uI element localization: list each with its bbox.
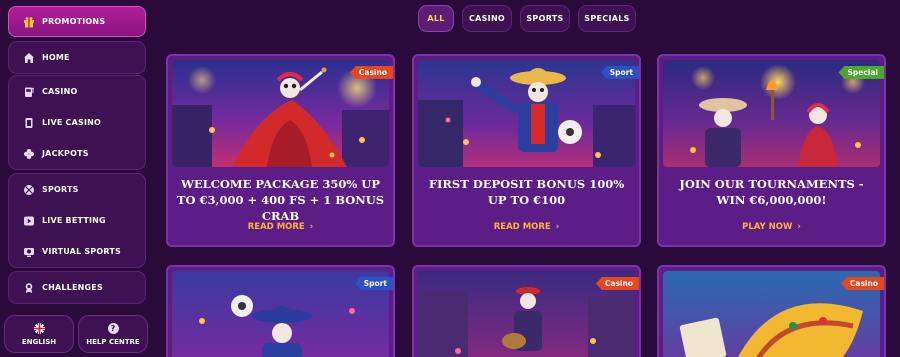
clover-icon xyxy=(22,147,35,160)
sidebar-item-sports[interactable]: SPORTS xyxy=(9,174,145,205)
sidebar-item-casino[interactable]: CASINO xyxy=(9,76,145,107)
promo-card-welcome-package[interactable]: Casino WELCOME PACKAGE 350% UP TO €3,000… xyxy=(166,54,395,247)
category-badge: Casino xyxy=(349,66,393,79)
sidebar-item-jackpots[interactable]: JACKPOTS xyxy=(9,138,145,169)
help-label: HELP CENTRE xyxy=(86,337,140,346)
sidebar-item-label: PROMOTIONS xyxy=(42,17,106,26)
language-button[interactable]: ENGLISH xyxy=(4,315,74,353)
promo-card-title: FIRST DEPOSIT BONUS 100% UP TO €100 xyxy=(428,177,625,207)
nav-group-home: HOME xyxy=(8,41,146,74)
chevron-right-icon: › xyxy=(309,222,314,232)
play-icon xyxy=(22,214,35,227)
home-icon xyxy=(22,51,35,64)
category-badge: Casino xyxy=(840,277,884,290)
chevron-right-icon: › xyxy=(555,222,560,232)
category-badge: Sport xyxy=(354,277,393,290)
tab-casino[interactable]: CASINO xyxy=(462,5,512,32)
sidebar-item-label: CASINO xyxy=(42,87,78,96)
promo-card-image xyxy=(418,60,635,167)
promo-card-title: WELCOME PACKAGE 350% UP TO €3,000 + 400 … xyxy=(176,177,385,223)
cta-label: READ MORE xyxy=(247,222,305,232)
promo-card[interactable]: Casino xyxy=(657,265,886,357)
cta-label: PLAY NOW xyxy=(742,222,793,232)
play-now-link[interactable]: PLAY NOW › xyxy=(659,222,884,232)
sidebar-item-virtual-sports[interactable]: VIRTUAL SPORTS xyxy=(9,236,145,267)
nav-group-sports: SPORTS LIVE BETTING VIRTUAL SPORTS xyxy=(8,173,146,268)
sidebar-item-home[interactable]: HOME xyxy=(9,42,145,73)
nav-group-casino: CASINO LIVE CASINO JACKPOTS xyxy=(8,75,146,170)
category-badge: Sport xyxy=(600,66,639,79)
help-centre-button[interactable]: ? HELP CENTRE xyxy=(78,315,148,353)
sidebar-item-label: CHALLENGES xyxy=(42,283,103,292)
help-icon: ? xyxy=(107,322,119,334)
sidebar: PROMOTIONS HOME CASINO LIVE CASINO JACKP… xyxy=(0,0,152,357)
category-badge: Casino xyxy=(595,277,639,290)
sidebar-item-label: LIVE CASINO xyxy=(42,118,102,127)
virtual-icon xyxy=(22,245,35,258)
language-label: ENGLISH xyxy=(21,337,57,346)
nav-group-challenges: CHALLENGES xyxy=(8,271,146,304)
promotions-link[interactable]: PROMOTIONS xyxy=(9,7,145,36)
cta-label: READ MORE xyxy=(493,222,551,232)
sidebar-item-label: SPORTS xyxy=(42,185,79,194)
promo-card-title: JOIN OUR TOURNAMENTS - WIN €6,000,000! xyxy=(679,177,864,207)
promo-card[interactable]: Casino xyxy=(412,265,641,357)
tab-sports[interactable]: SPORTS xyxy=(520,5,570,32)
trophy-icon xyxy=(22,281,35,294)
sidebar-item-promotions[interactable]: PROMOTIONS xyxy=(8,6,146,37)
sidebar-item-label: JACKPOTS xyxy=(42,149,89,158)
sidebar-item-label: HOME xyxy=(42,53,70,62)
slot-machine-icon xyxy=(22,85,35,98)
ball-icon xyxy=(22,183,35,196)
card-icon xyxy=(22,116,35,129)
sidebar-item-label: LIVE BETTING xyxy=(42,216,106,225)
promo-card-tournaments[interactable]: Special JOIN OUR TOURNAMENTS - WIN €6,00… xyxy=(657,54,886,247)
category-badge: Special xyxy=(838,66,884,79)
gift-icon xyxy=(22,15,35,28)
sidebar-item-label: VIRTUAL SPORTS xyxy=(42,247,121,256)
read-more-link[interactable]: READ MORE › xyxy=(168,222,393,232)
sidebar-footer: ENGLISH ? HELP CENTRE xyxy=(0,312,152,357)
read-more-link[interactable]: READ MORE › xyxy=(414,222,639,232)
promo-card-first-deposit[interactable]: Sport FIRST DEPOSIT BONUS 100% UP TO €10… xyxy=(412,54,641,247)
sidebar-item-challenges[interactable]: CHALLENGES xyxy=(9,272,145,303)
tab-specials[interactable]: SPECIALS xyxy=(578,5,636,32)
chevron-right-icon: › xyxy=(797,222,801,232)
sidebar-item-live-betting[interactable]: LIVE BETTING xyxy=(9,205,145,236)
uk-flag-icon xyxy=(33,322,45,334)
sidebar-item-live-casino[interactable]: LIVE CASINO xyxy=(9,107,145,138)
tab-all[interactable]: ALL xyxy=(418,5,454,32)
promo-card[interactable]: Sport xyxy=(166,265,395,357)
